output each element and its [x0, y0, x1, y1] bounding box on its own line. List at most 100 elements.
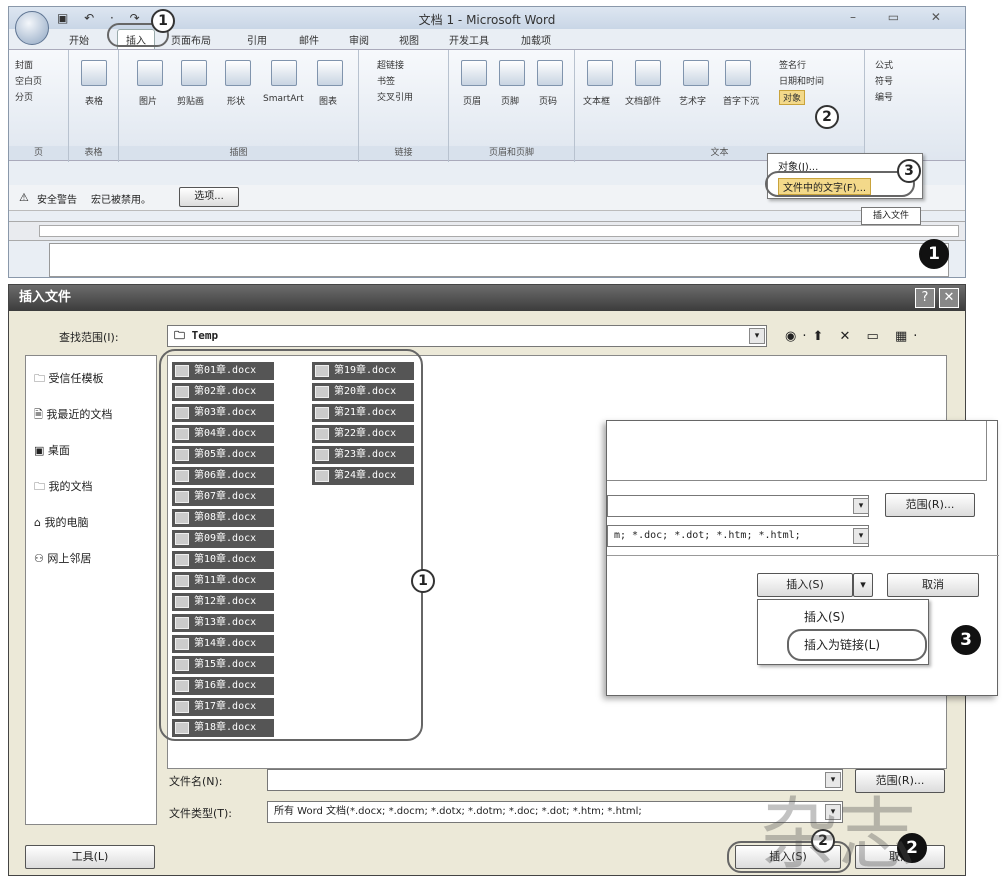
footer-label: 页脚	[501, 97, 520, 107]
chart-label: 图表	[319, 97, 338, 107]
places-bar: 🗀 受信任模板 🗎 我最近的文档 ▣ 桌面 🗀 我的文档 ⌂ 我的电脑 ⚇ 网上…	[25, 355, 157, 825]
bookmark-button[interactable]: 书签	[377, 74, 395, 87]
footer-icon[interactable]	[499, 60, 525, 86]
date-time-button[interactable]: 日期和时间	[779, 74, 824, 87]
wordart-icon[interactable]	[683, 60, 709, 86]
number-button[interactable]: 编号	[875, 90, 893, 103]
look-in-combo[interactable]: 🗀 Temp	[167, 325, 767, 347]
inset-insert-button[interactable]: 插入(S)	[757, 573, 853, 597]
equation-button[interactable]: 公式	[875, 58, 893, 71]
smartart-icon[interactable]	[271, 60, 297, 86]
filename-label: 文件名(N):	[169, 775, 223, 788]
callout-1-files: 1	[411, 569, 435, 593]
place-recent-documents[interactable]: 🗎 我最近的文档	[34, 406, 112, 425]
quick-parts-label: 文档部件	[625, 97, 662, 107]
callout-ring-insert-as-link	[787, 629, 927, 661]
group-label: 表格	[69, 146, 118, 160]
filetype-label: 文件类型(T):	[169, 807, 233, 820]
step-callout-3: 3	[951, 625, 981, 655]
zoom-inset: ▾ 范围(R)... m; *.doc; *.dot; *.htm; *.htm…	[606, 420, 999, 696]
window-controls[interactable]: – ▭ ✕	[850, 10, 955, 24]
dialog-toolbar-icons[interactable]: ◉·⬆ ✕ ▭ ▦·	[785, 329, 923, 344]
tools-button[interactable]: 工具(L)	[25, 845, 155, 869]
textbox-label: 文本框	[583, 97, 611, 107]
group-label: 页	[9, 146, 68, 160]
tab-addins[interactable]: 加载项	[521, 32, 551, 47]
callout-ring-file-selection	[159, 349, 423, 741]
place-my-documents[interactable]: 🗀 我的文档	[34, 478, 93, 497]
look-in-value: Temp	[191, 329, 219, 342]
dialog-title: 插入文件	[9, 285, 965, 311]
blank-page-button[interactable]: 空白页	[15, 74, 42, 87]
inset-cancel-button[interactable]: 取消	[887, 573, 979, 597]
inset-file-list	[607, 421, 987, 481]
step-callout-1: 1	[919, 239, 949, 269]
header-icon[interactable]	[461, 60, 487, 86]
warning-icon: ⚠	[19, 191, 29, 204]
place-trusted-templates[interactable]: 🗀 受信任模板	[34, 370, 104, 389]
signature-line-button[interactable]: 签名行	[779, 58, 806, 71]
chevron-down-icon[interactable]: ▾	[749, 328, 765, 344]
security-message: 宏已被禁用。	[91, 195, 151, 206]
document-area[interactable]	[49, 243, 949, 277]
place-network[interactable]: ⚇ 网上邻居	[34, 550, 91, 566]
callout-3: 3	[897, 159, 921, 183]
table-icon[interactable]	[81, 60, 107, 86]
tab-references[interactable]: 引用	[247, 32, 267, 47]
horizontal-ruler[interactable]	[39, 225, 959, 237]
look-in-label: 查找范围(I):	[59, 331, 119, 344]
inset-range-button[interactable]: 范围(R)...	[885, 493, 975, 517]
tab-developer[interactable]: 开发工具	[449, 32, 489, 47]
group-header-footer: 页眉 页脚 页码 页眉和页脚	[449, 50, 575, 162]
object-button[interactable]: 对象	[779, 90, 806, 105]
watermark: 杂志	[760, 790, 917, 880]
tab-review[interactable]: 审阅	[349, 32, 369, 47]
callout-1: 1	[151, 9, 175, 33]
place-desktop[interactable]: ▣ 桌面	[34, 442, 70, 458]
quick-parts-icon[interactable]	[635, 60, 661, 86]
security-options-button[interactable]: 选项...	[179, 187, 239, 207]
filetype-select[interactable]: 所有 Word 文档(*.docx; *.docm; *.dotx; *.dot…	[267, 801, 843, 823]
dropcap-icon[interactable]	[725, 60, 751, 86]
group-label: 链接	[359, 146, 448, 160]
folder-icon: 🗀	[174, 329, 192, 342]
inset-filetype-select[interactable]: m; *.doc; *.dot; *.htm; *.html;	[607, 525, 869, 547]
close-icon[interactable]: ✕	[939, 288, 959, 308]
header-label: 页眉	[463, 97, 482, 107]
textbox-icon[interactable]	[587, 60, 613, 86]
group-pages: 封面 空白页 分页 页	[9, 50, 69, 162]
divider	[607, 555, 999, 556]
group-tables: 表格 表格	[69, 50, 119, 162]
insert-dropdown-arrow[interactable]: ▾	[853, 573, 873, 597]
picture-icon[interactable]	[137, 60, 163, 86]
tab-home[interactable]: 开始	[69, 32, 89, 47]
office-button[interactable]	[15, 11, 49, 45]
cross-reference-button[interactable]: 交叉引用	[377, 90, 413, 103]
help-icon[interactable]: ?	[915, 288, 935, 308]
word-window: ▣ ↶ · ↷ ▾ 文档 1 - Microsoft Word – ▭ ✕ 开始…	[8, 6, 966, 278]
chart-icon[interactable]	[317, 60, 343, 86]
group-label: 页眉和页脚	[449, 146, 574, 160]
chevron-down-icon[interactable]: ▾	[853, 498, 869, 514]
menu-item-insert[interactable]: 插入(S)	[804, 608, 845, 625]
tab-mailings[interactable]: 邮件	[299, 32, 319, 47]
place-my-computer[interactable]: ⌂ 我的电脑	[34, 514, 88, 530]
page-break-button[interactable]: 分页	[15, 90, 33, 103]
dropcap-label: 首字下沉	[723, 97, 760, 107]
smartart-label: SmartArt	[263, 94, 304, 104]
hyperlink-button[interactable]: 超链接	[377, 58, 404, 71]
clipart-icon[interactable]	[181, 60, 207, 86]
table-button-label: 表格	[85, 97, 104, 107]
symbol-button[interactable]: 符号	[875, 74, 893, 87]
tab-view[interactable]: 视图	[399, 32, 419, 47]
tab-page-layout[interactable]: 页面布局	[171, 32, 211, 47]
filename-input[interactable]	[267, 769, 843, 791]
group-label: 插图	[119, 146, 358, 160]
cover-page-button[interactable]: 封面	[15, 58, 33, 71]
inset-filename-input[interactable]	[607, 495, 869, 517]
page-number-icon[interactable]	[537, 60, 563, 86]
callout-2: 2	[815, 105, 839, 129]
shapes-icon[interactable]	[225, 60, 251, 86]
picture-label: 图片	[139, 97, 158, 107]
chevron-down-icon[interactable]: ▾	[853, 528, 869, 544]
